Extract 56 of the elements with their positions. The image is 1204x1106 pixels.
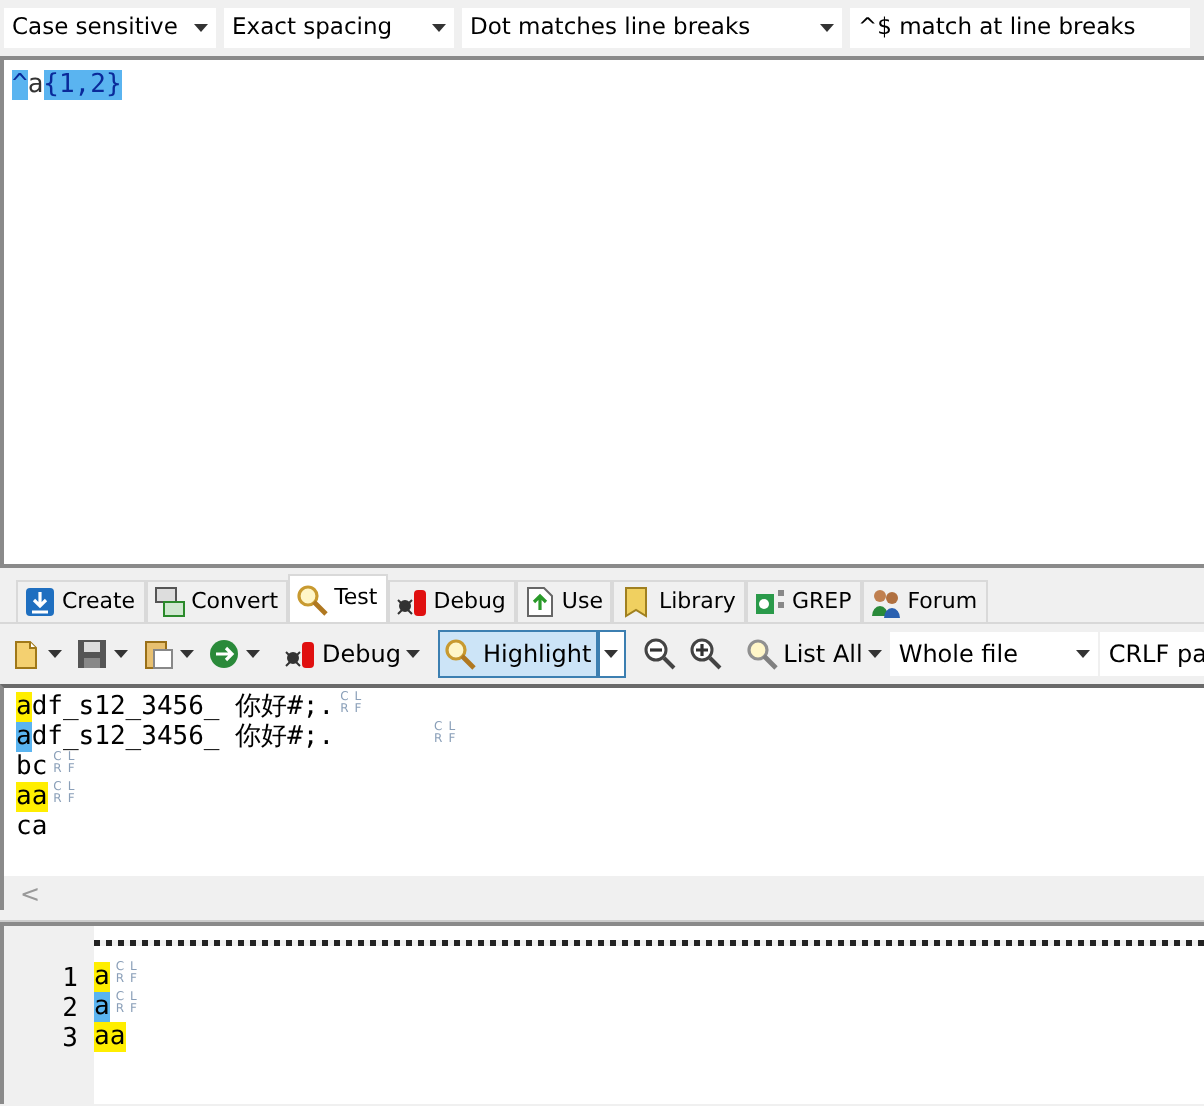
convert-icon bbox=[153, 586, 186, 618]
caret-icon bbox=[820, 24, 834, 32]
caret-icon bbox=[48, 650, 62, 658]
tab[interactable]: Create bbox=[16, 580, 146, 622]
option-dropdown[interactable]: Exact spacing bbox=[224, 8, 454, 48]
caret-icon bbox=[868, 650, 883, 658]
clipboard-icon bbox=[142, 638, 174, 670]
option-dropdown[interactable]: ^$ match at line breaks bbox=[850, 8, 1190, 48]
tab[interactable]: GREP bbox=[745, 580, 862, 622]
caret-icon bbox=[194, 24, 208, 32]
tab[interactable]: Convert bbox=[145, 580, 289, 622]
line-number: 2 bbox=[60, 994, 78, 1024]
tab[interactable]: Test bbox=[288, 574, 388, 622]
toggle-button[interactable]: Highlight bbox=[438, 630, 598, 678]
caret-icon bbox=[432, 24, 446, 32]
tab[interactable]: Debug bbox=[387, 580, 516, 622]
new-file-icon bbox=[10, 638, 42, 670]
option-dropdown[interactable]: Dot matches line breaks bbox=[462, 8, 842, 48]
download-icon bbox=[24, 586, 56, 618]
line-text: adf_s12_3456_ 你好#;. bbox=[16, 692, 335, 722]
line-text: adf_s12_3456_ 你好#;. bbox=[16, 722, 337, 752]
line-break-select[interactable]: CRLF pa bbox=[1100, 632, 1204, 676]
book-icon bbox=[620, 586, 653, 618]
dropdown-button[interactable] bbox=[597, 630, 626, 678]
magnifier-icon bbox=[745, 638, 778, 670]
tab[interactable]: Use bbox=[515, 580, 613, 622]
line-text: a bbox=[94, 962, 110, 992]
caret-icon bbox=[1076, 650, 1091, 658]
people-icon bbox=[869, 586, 902, 618]
line-text: ca bbox=[16, 812, 48, 842]
zoom-in-icon bbox=[689, 638, 722, 670]
caret-icon bbox=[114, 650, 128, 658]
line-text: bc bbox=[16, 752, 48, 782]
line-text: a bbox=[94, 992, 110, 1022]
grep-icon bbox=[753, 586, 786, 618]
debug-icon bbox=[395, 586, 428, 618]
caret-icon bbox=[604, 650, 619, 658]
caret-icon bbox=[180, 650, 194, 658]
line-number: 3 bbox=[60, 1024, 78, 1054]
line-text: aa bbox=[16, 782, 48, 812]
magnifier-icon bbox=[444, 638, 477, 670]
zoom-out-icon bbox=[643, 638, 676, 670]
debug-icon bbox=[284, 638, 316, 670]
caret-icon bbox=[246, 650, 260, 658]
save-icon bbox=[76, 638, 108, 670]
menu-button[interactable]: List All bbox=[739, 630, 889, 678]
tab[interactable]: Library bbox=[612, 580, 746, 622]
magnifier-icon bbox=[296, 583, 329, 615]
option-dropdown[interactable]: Case sensitive bbox=[4, 8, 216, 48]
scope-select[interactable]: Whole file bbox=[890, 632, 1099, 676]
line-text: aa bbox=[94, 1022, 126, 1052]
caret-icon bbox=[406, 650, 421, 658]
document-icon bbox=[523, 586, 556, 618]
line-number: 1 bbox=[60, 964, 78, 994]
tab[interactable]: Forum bbox=[861, 580, 988, 622]
menu-button[interactable]: Debug bbox=[278, 630, 427, 678]
